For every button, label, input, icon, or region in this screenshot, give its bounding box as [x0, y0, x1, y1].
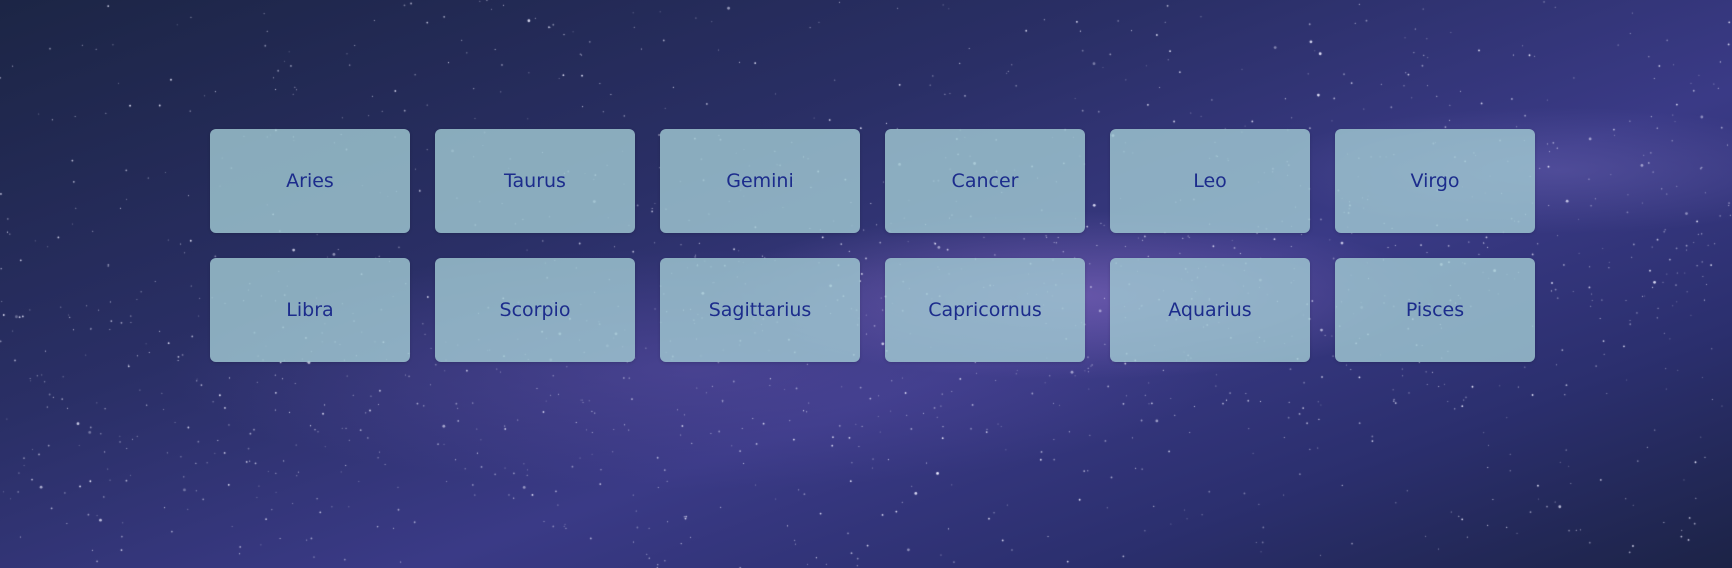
- sign-card-aries[interactable]: Aries: [210, 129, 410, 233]
- sign-card-leo[interactable]: Leo: [1110, 129, 1310, 233]
- sign-card-taurus[interactable]: Taurus: [435, 129, 635, 233]
- sign-label: Scorpio: [499, 299, 571, 321]
- sign-label: Cancer: [951, 170, 1019, 192]
- zodiac-sign-grid: Aries Taurus Gemini Cancer Leo Virgo Lib…: [210, 129, 1535, 362]
- sign-card-cancer[interactable]: Cancer: [885, 129, 1085, 233]
- sign-card-scorpio[interactable]: Scorpio: [435, 258, 635, 362]
- sign-label: Sagittarius: [708, 299, 812, 321]
- sign-label: Pisces: [1405, 299, 1465, 321]
- sign-card-aquarius[interactable]: Aquarius: [1110, 258, 1310, 362]
- sign-label: Virgo: [1410, 170, 1460, 192]
- sign-label: Aries: [286, 170, 334, 192]
- sign-card-pisces[interactable]: Pisces: [1335, 258, 1535, 362]
- sign-label: Capricornus: [928, 299, 1042, 321]
- sign-card-libra[interactable]: Libra: [210, 258, 410, 362]
- sign-label: Gemini: [726, 170, 794, 192]
- sign-card-gemini[interactable]: Gemini: [660, 129, 860, 233]
- sign-card-capricornus[interactable]: Capricornus: [885, 258, 1085, 362]
- sign-label: Aquarius: [1168, 299, 1252, 321]
- sign-card-virgo[interactable]: Virgo: [1335, 129, 1535, 233]
- sign-card-sagittarius[interactable]: Sagittarius: [660, 258, 860, 362]
- sign-label: Libra: [286, 299, 334, 321]
- sign-label: Taurus: [504, 170, 566, 192]
- sign-label: Leo: [1193, 170, 1227, 192]
